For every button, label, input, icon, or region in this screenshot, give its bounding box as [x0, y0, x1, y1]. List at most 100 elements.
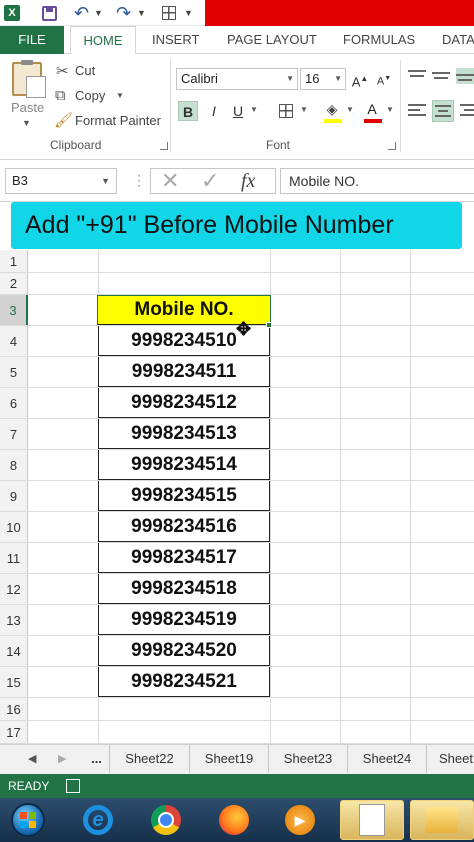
insert-function-button[interactable]: fx [241, 169, 255, 193]
row-number[interactable]: 12 [0, 574, 28, 604]
row-number[interactable]: 16 [0, 698, 28, 720]
format-painter-button[interactable]: Format Painter [75, 113, 161, 128]
fill-handle[interactable] [266, 322, 272, 328]
cancel-icon[interactable]: ✕ [161, 169, 179, 193]
tab-home[interactable]: HOME [70, 26, 136, 55]
drag-handle-icon[interactable]: ⋮ [132, 172, 146, 189]
mobile-number-cell[interactable]: 9998234513 [98, 419, 270, 449]
macro-record-icon[interactable] [66, 779, 80, 793]
undo-dropdown-icon[interactable]: ▼ [94, 3, 103, 23]
row-number[interactable]: 4 [0, 326, 28, 356]
row-number[interactable]: 15 [0, 667, 28, 697]
ribbon-tab-bar: FILE HOME INSERT PAGE LAYOUT FORMULAS DA… [0, 26, 474, 55]
font-launcher-icon[interactable] [388, 142, 396, 150]
start-orb-icon[interactable] [0, 800, 56, 840]
copy-button[interactable]: Copy [75, 88, 105, 103]
sheet-tab-sheet23[interactable]: Sheet23 [269, 745, 348, 773]
mobile-number-cell[interactable]: 9998234512 [98, 388, 270, 418]
worksheet-grid[interactable]: 1 2 3 Mobile NO. 4 9998234510 5 99982345… [0, 250, 474, 744]
bold-button[interactable]: B [178, 101, 198, 121]
ribbon-separator [170, 60, 171, 152]
document-icon[interactable] [340, 800, 404, 840]
enter-icon[interactable]: ✓ [201, 169, 219, 193]
row-number[interactable]: 8 [0, 450, 28, 480]
internet-explorer-icon[interactable]: e [70, 800, 126, 840]
customize-qat-icon[interactable]: ▼ [184, 3, 193, 23]
sheet-tab-sheet22[interactable]: Sheet22 [110, 745, 190, 773]
fill-color-icon[interactable]: ◈ [322, 99, 342, 119]
media-player-icon[interactable]: ▶ [272, 800, 328, 840]
paste-dropdown-icon[interactable]: ▼ [22, 118, 31, 128]
clipboard-launcher-icon[interactable] [160, 142, 168, 150]
row-number[interactable]: 1 [0, 250, 28, 272]
mobile-number-cell[interactable]: 9998234517 [98, 543, 270, 573]
align-center-icon[interactable] [432, 100, 454, 122]
mobile-number-cell[interactable]: 9998234520 [98, 636, 270, 666]
tab-data[interactable]: DATA [442, 26, 474, 54]
mobile-number-cell[interactable]: 9998234521 [98, 667, 270, 697]
row-number[interactable]: 6 [0, 388, 28, 418]
underline-button[interactable]: U [228, 101, 248, 121]
row-number-selected[interactable]: 3 [0, 295, 28, 325]
table-icon[interactable] [162, 3, 176, 23]
scroll-right-icon[interactable]: ▶ [58, 752, 66, 765]
sheet-row: 8 9998234514 [0, 450, 474, 481]
mobile-number-cell[interactable]: 9998234516 [98, 512, 270, 542]
italic-button[interactable]: I [204, 101, 224, 121]
redo-dropdown-icon[interactable]: ▼ [137, 3, 146, 23]
sheet-tab-partial[interactable]: Sheet [427, 745, 474, 773]
mobile-number-cell[interactable]: 9998234518 [98, 574, 270, 604]
tab-page-layout[interactable]: PAGE LAYOUT [227, 26, 317, 54]
paste-button[interactable]: Paste [11, 100, 44, 115]
tab-file[interactable]: FILE [0, 26, 64, 54]
tab-insert[interactable]: INSERT [152, 26, 199, 54]
row-number[interactable]: 14 [0, 636, 28, 666]
row-number[interactable]: 10 [0, 512, 28, 542]
align-top-icon[interactable] [408, 68, 426, 84]
formula-input[interactable]: Mobile NO. [280, 168, 474, 194]
row-number[interactable]: 17 [0, 721, 28, 743]
more-sheets-button[interactable]: ... [84, 745, 110, 773]
increase-font-icon[interactable]: A▲ [350, 69, 370, 89]
underline-dropdown-icon[interactable]: ▼ [250, 105, 258, 114]
row-number[interactable]: 5 [0, 357, 28, 387]
font-color-dropdown-icon[interactable]: ▼ [386, 105, 394, 114]
cut-icon: ✂ [56, 63, 69, 80]
mobile-number-cell[interactable]: 9998234515 [98, 481, 270, 511]
align-middle-icon[interactable] [432, 68, 450, 84]
row-number[interactable]: 13 [0, 605, 28, 635]
cut-button[interactable]: Cut [75, 63, 95, 78]
borders-dropdown-icon[interactable]: ▼ [300, 105, 308, 114]
move-cursor-icon: ✥ [236, 319, 252, 339]
row-number[interactable]: 2 [0, 273, 28, 294]
row-number[interactable]: 7 [0, 419, 28, 449]
row-number[interactable]: 9 [0, 481, 28, 511]
font-size-value: 16 [305, 71, 320, 86]
align-bottom-icon[interactable] [456, 68, 474, 84]
undo-icon[interactable]: ↶ [74, 3, 89, 23]
folder-icon[interactable] [410, 800, 474, 840]
sheet-tab-sheet24[interactable]: Sheet24 [348, 745, 427, 773]
row-number[interactable]: 11 [0, 543, 28, 573]
font-color-icon[interactable]: A [362, 99, 382, 119]
align-left-icon[interactable] [408, 102, 426, 120]
decrease-font-icon[interactable]: A▼ [374, 69, 394, 89]
firefox-icon[interactable] [206, 800, 262, 840]
align-right-icon[interactable] [460, 102, 474, 120]
borders-icon[interactable] [276, 101, 296, 121]
font-name-select[interactable]: Calibri ▼ [176, 68, 298, 90]
paste-icon[interactable] [12, 60, 46, 98]
mobile-number-cell[interactable]: 9998234511 [98, 357, 270, 387]
mobile-number-cell[interactable]: 9998234514 [98, 450, 270, 480]
font-size-select[interactable]: 16 ▼ [300, 68, 346, 90]
redo-icon[interactable]: ↷ [116, 3, 131, 23]
mobile-number-cell[interactable]: 9998234519 [98, 605, 270, 635]
scroll-left-icon[interactable]: ◀ [28, 752, 36, 765]
copy-dropdown-icon[interactable]: ▼ [116, 91, 124, 100]
fill-color-dropdown-icon[interactable]: ▼ [346, 105, 354, 114]
tab-formulas[interactable]: FORMULAS [343, 26, 415, 54]
name-box[interactable]: B3 ▼ [5, 168, 117, 194]
chrome-icon[interactable] [138, 800, 194, 840]
sheet-tab-sheet19[interactable]: Sheet19 [190, 745, 269, 773]
save-icon[interactable] [42, 3, 57, 23]
